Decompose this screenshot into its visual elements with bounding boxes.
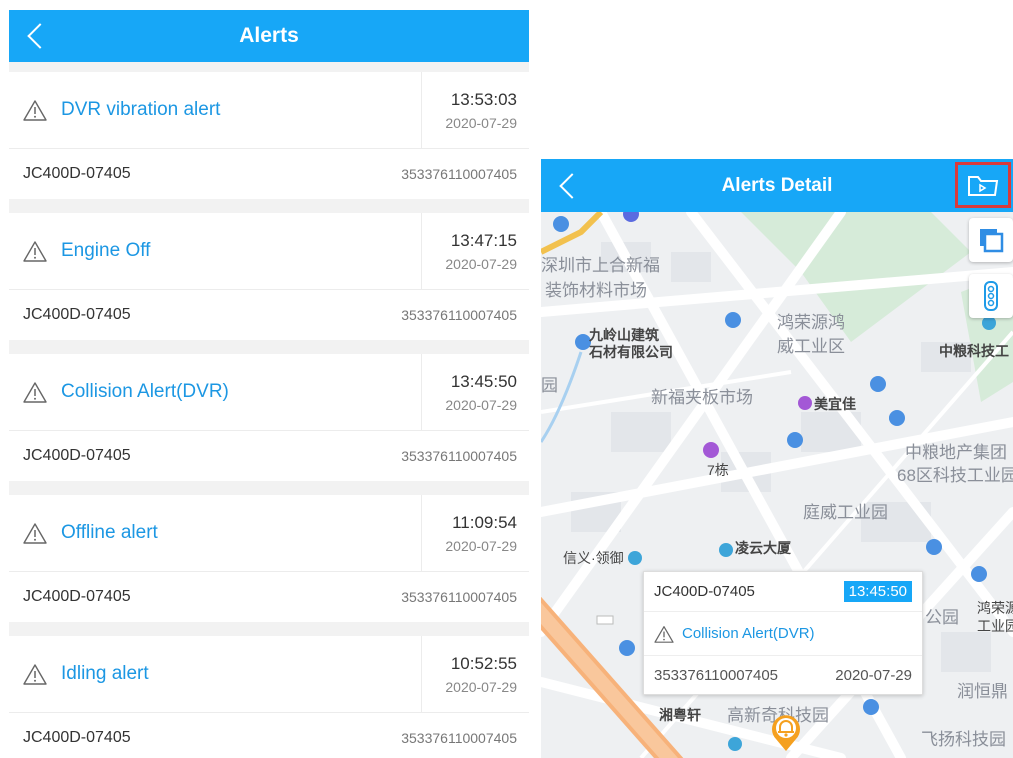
map-label: 湘粤轩: [659, 707, 701, 723]
alert-type: Offline alert: [61, 522, 158, 543]
page-title: Alerts Detail: [721, 174, 833, 196]
alert-card[interactable]: Idling alert 10:52:55 2020-07-29 JC400D-074…: [9, 636, 529, 758]
map-label: 石材有限公司: [589, 344, 673, 360]
map-label: 信义·领御: [563, 550, 624, 566]
alert-date: 2020-07-29: [445, 255, 517, 272]
alert-date: 2020-07-29: [445, 537, 517, 554]
warning-icon: [23, 241, 47, 262]
alert-time: 10:52:55: [450, 653, 517, 673]
alert-time: 13:47:15: [450, 230, 517, 250]
alert-type-cell[interactable]: DVR vibration alert: [9, 72, 422, 148]
map-view[interactable]: 深圳市上合新福 装饰材料市场 九岭山建筑 石材有限公司 鸿荣源鸿 威工业区 中粮…: [541, 212, 1013, 758]
alert-card[interactable]: DVR vibration alert 13:53:03 2020-07-29 JC4…: [9, 72, 529, 199]
map-label: 7栋: [707, 462, 729, 478]
warning-icon: [23, 382, 47, 403]
map-label: 凌云大厦: [735, 540, 791, 556]
video-folder-button[interactable]: [955, 162, 1011, 208]
page-title: Alerts: [239, 24, 299, 47]
device-name: JC400D-07405: [654, 583, 755, 600]
warning-icon: [654, 625, 674, 643]
map-label: 鸿荣源鸿: [777, 313, 845, 332]
device-name: JC400D-07405: [23, 729, 131, 746]
device-name: JC400D-07405: [23, 306, 131, 323]
warning-icon: [23, 664, 47, 685]
device-imei: 353376110007405: [401, 307, 517, 323]
alert-date: 2020-07-29: [445, 396, 517, 413]
alarm-bell-marker-icon[interactable]: [769, 712, 803, 752]
alert-card[interactable]: Engine Off 13:47:15 2020-07-29 JC400D-07405…: [9, 213, 529, 340]
device-name: JC400D-07405: [23, 447, 131, 464]
map-label: 九岭山建筑: [589, 327, 659, 343]
traffic-light-icon: [984, 281, 998, 311]
detail-header: Alerts Detail: [541, 159, 1013, 212]
alert-card[interactable]: Collision Alert(DVR) 13:45:50 2020-07-29 JC…: [9, 354, 529, 481]
alert-time: 13:45:50: [843, 581, 912, 602]
alert-type: Collision Alert(DVR): [61, 381, 229, 402]
alert-time: 13:53:03: [450, 89, 517, 109]
folder-play-icon: [968, 176, 999, 196]
alert-card[interactable]: Offline alert 11:09:54 2020-07-29 JC400D-07…: [9, 495, 529, 622]
alert-timestamp: 13:45:50 2020-07-29: [422, 354, 529, 430]
alert-date: 2020-07-29: [445, 114, 517, 131]
alert-type-cell[interactable]: Offline alert: [9, 495, 422, 571]
device-imei: 353376110007405: [401, 730, 517, 746]
map-label: 鸿荣源: [977, 600, 1013, 616]
map-label: 工业园: [977, 618, 1013, 634]
device-imei: 353376110007405: [654, 666, 779, 684]
alert-type-cell[interactable]: Idling alert: [9, 636, 422, 712]
alert-type-cell[interactable]: Engine Off: [9, 213, 422, 289]
device-name: JC400D-07405: [23, 165, 131, 182]
alert-info-popup[interactable]: JC400D-07405 13:45:50 Collision Alert(DV…: [643, 571, 923, 695]
alert-date: 2020-07-29: [835, 666, 912, 684]
alerts-detail-screen: Alerts Detail 深圳市上合新福 装饰材料市场 九岭山建筑 石材有限公…: [541, 159, 1013, 758]
alert-type: DVR vibration alert: [61, 99, 221, 120]
map-label: 装饰材料市场: [545, 281, 647, 300]
alerts-header: Alerts: [9, 10, 529, 62]
map-label: 68区科技工业园: [897, 466, 1013, 485]
alert-list: DVR vibration alert 13:53:03 2020-07-29 JC4…: [9, 72, 529, 758]
alert-date: 2020-07-29: [445, 678, 517, 695]
layers-button[interactable]: [969, 218, 1013, 262]
alert-timestamp: 11:09:54 2020-07-29: [422, 495, 529, 571]
device-imei: 353376110007405: [401, 166, 517, 182]
device-name: JC400D-07405: [23, 588, 131, 605]
map-label: 中粮地产集团: [905, 443, 1007, 462]
alert-type: Collision Alert(DVR): [682, 625, 815, 642]
back-icon[interactable]: [559, 172, 585, 199]
traffic-button[interactable]: [969, 274, 1013, 318]
device-imei: 353376110007405: [401, 589, 517, 605]
map-label: 庭威工业园: [803, 503, 888, 522]
device-imei: 353376110007405: [401, 448, 517, 464]
back-icon[interactable]: [27, 23, 53, 49]
map-label: 公园: [925, 608, 959, 627]
map-label: 园: [541, 376, 558, 395]
warning-icon: [23, 523, 47, 544]
alert-timestamp: 13:47:15 2020-07-29: [422, 213, 529, 289]
map-label: 中粮科技工: [939, 343, 1009, 359]
warning-icon: [23, 100, 47, 121]
alert-time: 11:09:54: [452, 512, 517, 532]
alert-timestamp: 10:52:55 2020-07-29: [422, 636, 529, 712]
map-label: 美宜佳: [814, 396, 856, 412]
alert-timestamp: 13:53:03 2020-07-29: [422, 72, 529, 148]
alert-type: Engine Off: [61, 240, 151, 261]
layers-icon: [980, 229, 1004, 253]
map-label: 威工业区: [777, 337, 845, 356]
map-label: 新福夹板市场: [651, 388, 753, 407]
alert-time: 13:45:50: [450, 371, 517, 391]
map-label: 润恒鼎: [957, 682, 1008, 701]
alert-type-cell[interactable]: Collision Alert(DVR): [9, 354, 422, 430]
alert-type: Idling alert: [61, 663, 149, 684]
alerts-screen: Alerts DVR vibration alert 13:53:03 2020-0…: [9, 10, 529, 758]
map-label: 飞扬科技园: [921, 730, 1006, 749]
map-label: 深圳市上合新福: [541, 256, 660, 275]
